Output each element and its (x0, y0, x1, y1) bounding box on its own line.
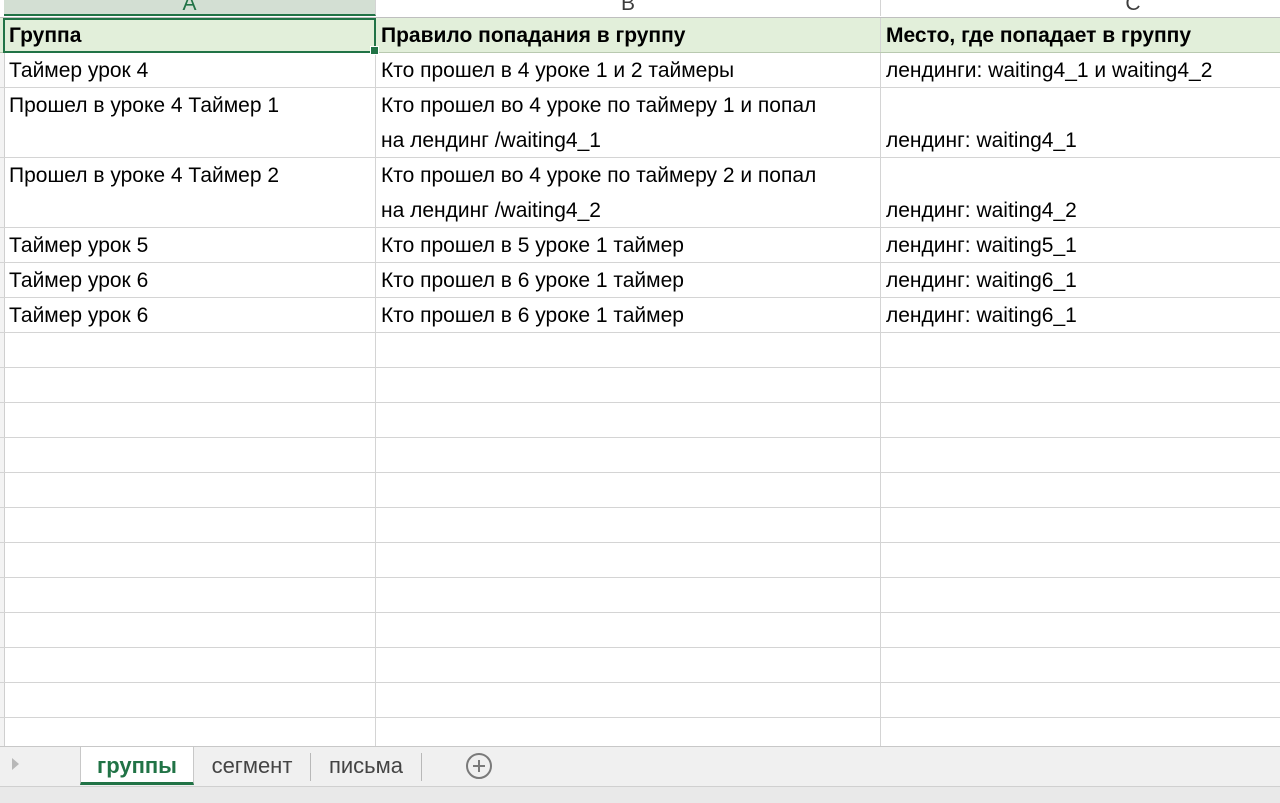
table-row: Прошел в уроке 4 Таймер 2 Кто прошел во … (0, 158, 1280, 228)
sheet-tab-pisma[interactable]: письма (312, 747, 420, 785)
row-divider (0, 332, 1280, 333)
cell-group[interactable]: Прошел в уроке 4 Таймер 2 (4, 158, 376, 228)
row-divider (0, 157, 1280, 158)
row-divider (0, 612, 1280, 613)
cell-group[interactable]: Таймер урок 6 (4, 263, 376, 298)
row-divider (0, 297, 1280, 298)
cell-place-text: лендинг: waiting4_2 (886, 199, 1077, 222)
row-divider (0, 437, 1280, 438)
plus-circle-icon[interactable] (466, 753, 492, 779)
cell-rule[interactable]: Кто прошел во 4 уроке по таймеру 2 и поп… (376, 158, 836, 228)
cell-c1[interactable]: Место, где попадает в группу (881, 18, 1280, 53)
sheet-tab-gruppy[interactable]: группы (80, 747, 194, 785)
column-divider (880, 18, 881, 746)
row-divider (0, 507, 1280, 508)
column-header-a[interactable]: A (4, 0, 376, 16)
table-row: Таймер урок 6 Кто прошел в 6 уроке 1 тай… (0, 298, 1280, 333)
row-divider (0, 367, 1280, 368)
table-row: Таймер урок 5 Кто прошел в 5 уроке 1 тай… (0, 228, 1280, 263)
row-divider (0, 542, 1280, 543)
triangle-right-icon[interactable] (12, 758, 19, 770)
cell-rule[interactable]: Кто прошел в 4 уроке 1 и 2 таймеры (376, 53, 881, 88)
column-headers: A B C (0, 0, 1280, 18)
row-divider (0, 472, 1280, 473)
cell-group[interactable]: Таймер урок 6 (4, 298, 376, 333)
table-row: Таймер урок 6 Кто прошел в 6 уроке 1 тай… (0, 263, 1280, 298)
cell-rule[interactable]: Кто прошел в 6 уроке 1 таймер (376, 298, 881, 333)
spreadsheet-grid: Группа Правило попадания в группу Место,… (0, 18, 1280, 746)
row-divider (0, 682, 1280, 683)
column-header-b[interactable]: B (376, 0, 881, 16)
column-header-c[interactable]: C (881, 0, 1280, 16)
cell-place[interactable]: лендинг: waiting5_1 (881, 228, 1280, 263)
table-row: Таймер урок 4 Кто прошел в 4 уроке 1 и 2… (0, 53, 1280, 88)
cell-group[interactable]: Таймер урок 4 (4, 53, 376, 88)
cell-place[interactable]: лендинги: waiting4_1 и waiting4_2 (881, 53, 1280, 88)
tab-separator (421, 753, 422, 781)
cell-b1[interactable]: Правило попадания в группу (376, 18, 881, 53)
cell-place[interactable]: лендинг: waiting6_1 (881, 298, 1280, 333)
cell-rule[interactable]: Кто прошел в 6 уроке 1 таймер (376, 263, 881, 298)
cell-group[interactable]: Таймер урок 5 (4, 228, 376, 263)
sheet-tab-segment[interactable]: сегмент (196, 747, 308, 785)
cell-place[interactable]: лендинг: waiting6_1 (881, 263, 1280, 298)
row-divider (0, 227, 1280, 228)
tab-separator (310, 753, 311, 781)
table-row: Прошел в уроке 4 Таймер 1 Кто прошел во … (0, 88, 1280, 158)
row-divider (0, 717, 1280, 718)
cell-rule[interactable]: Кто прошел в 5 уроке 1 таймер (376, 228, 881, 263)
header-row: Группа Правило попадания в группу Место,… (0, 18, 1280, 53)
fill-handle[interactable] (370, 46, 379, 55)
cell-place[interactable]: лендинг: waiting4_2 (881, 158, 1280, 228)
column-divider (375, 18, 376, 746)
row-divider (0, 647, 1280, 648)
row-divider (0, 52, 1280, 53)
sheet-tab-bar: группы сегмент письма (0, 746, 1280, 787)
row-divider (0, 402, 1280, 403)
cell-place[interactable]: лендинг: waiting4_1 (881, 88, 1280, 158)
row-divider (0, 577, 1280, 578)
cell-place-text: лендинг: waiting4_1 (886, 129, 1077, 152)
status-bar (0, 786, 1280, 803)
row-divider (0, 87, 1280, 88)
cell-a1[interactable]: Группа (4, 18, 376, 53)
row-divider (0, 262, 1280, 263)
cell-rule[interactable]: Кто прошел во 4 уроке по таймеру 1 и поп… (376, 88, 836, 158)
cell-group[interactable]: Прошел в уроке 4 Таймер 1 (4, 88, 376, 158)
